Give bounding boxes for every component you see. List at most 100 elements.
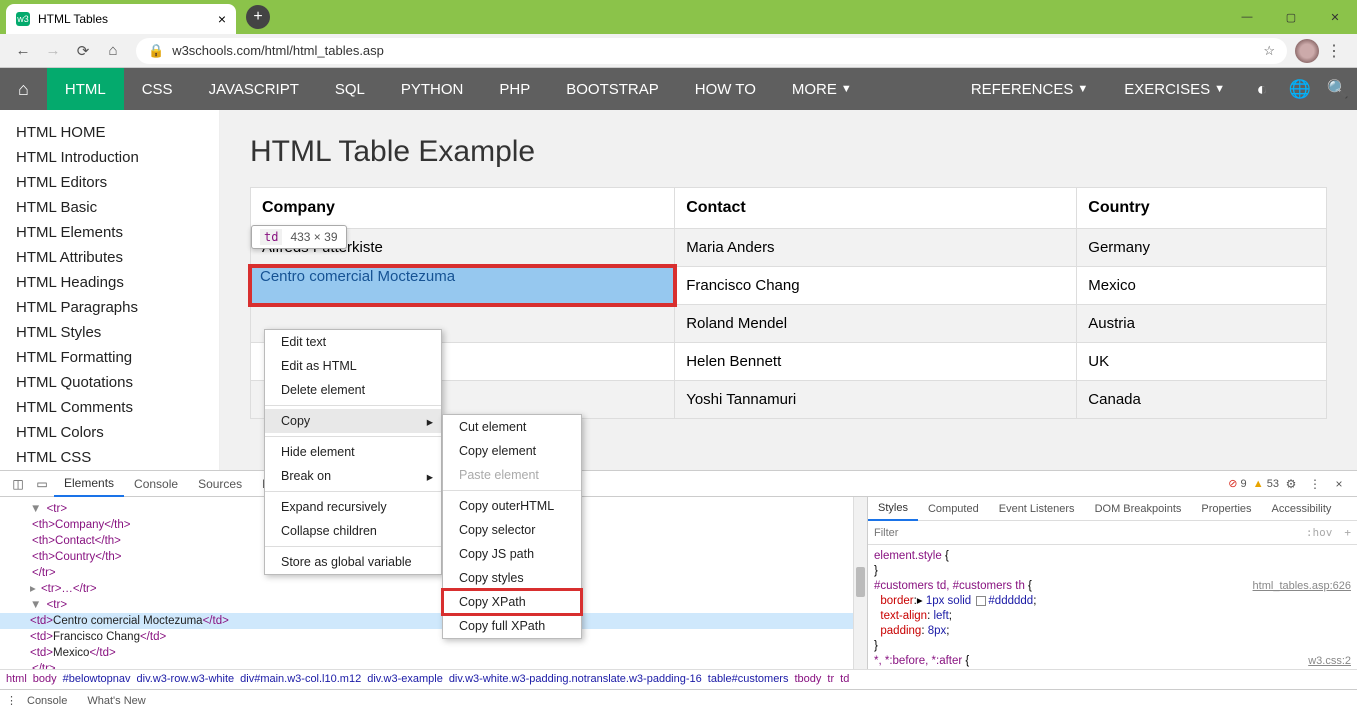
address-bar[interactable]: 🔒 w3schools.com/html/html_tables.asp ☆ <box>136 38 1287 64</box>
ctx-copy-outerhtml[interactable]: Copy outerHTML <box>443 494 581 518</box>
nav-item-sql[interactable]: SQL <box>317 68 383 110</box>
td-highlighted[interactable]: td433 × 39 Centro comercial Moctezuma <box>251 267 675 305</box>
lock-icon: 🔒 <box>148 43 164 59</box>
sidebar-item[interactable]: HTML Introduction <box>16 145 219 170</box>
sidebar-item[interactable]: HTML Comments <box>16 395 219 420</box>
ctx-copy-styles[interactable]: Copy styles <box>443 566 581 590</box>
ctx-delete[interactable]: Delete element <box>265 378 441 402</box>
nav-item-howto[interactable]: HOW TO <box>677 68 774 110</box>
dom-breadcrumb[interactable]: htmlbody#belowtopnavdiv.w3-row.w3-whited… <box>0 669 1357 689</box>
ctx-copy-xpath[interactable]: Copy XPath <box>443 590 581 614</box>
device-icon[interactable]: ▭ <box>30 477 54 491</box>
sidebar-item[interactable]: HTML Styles <box>16 320 219 345</box>
styletab-computed[interactable]: Computed <box>918 497 989 521</box>
td: Maria Anders <box>675 229 1077 267</box>
td: Germany <box>1077 229 1327 267</box>
url-text: w3schools.com/html/html_tables.asp <box>172 43 384 58</box>
minimize-button[interactable]: — <box>1225 0 1269 34</box>
tab-sources[interactable]: Sources <box>188 471 252 497</box>
ctx-store-global[interactable]: Store as global variable <box>265 550 441 574</box>
styles-filter-input[interactable] <box>874 527 1300 539</box>
more-icon[interactable]: ⋮ <box>1303 477 1327 491</box>
sidebar-item[interactable]: HTML Formatting <box>16 345 219 370</box>
nav-item-more[interactable]: MORE▼ <box>774 68 870 110</box>
sidebar-item[interactable]: HTML CSS <box>16 445 219 470</box>
theme-icon[interactable]: ◐ <box>1243 79 1281 100</box>
ctx-copy-full-xpath[interactable]: Copy full XPath <box>443 614 581 638</box>
chevron-right-icon: ▸ <box>427 469 433 484</box>
devtools-tabs: ◫ ▭ Elements Console Sources Network ⊘ 9… <box>0 471 1357 497</box>
sidebar-item[interactable]: HTML Editors <box>16 170 219 195</box>
context-submenu-copy[interactable]: Cut element Copy element Paste element C… <box>442 414 582 639</box>
nav-item-css[interactable]: CSS <box>124 68 191 110</box>
home-button[interactable]: ⌂ <box>98 42 128 59</box>
styletab-styles[interactable]: Styles <box>868 497 918 521</box>
forward-button[interactable]: → <box>38 42 68 59</box>
drawer-console[interactable]: Console <box>17 695 77 707</box>
elements-scrollbar[interactable] <box>853 497 867 669</box>
new-tab-button[interactable]: + <box>246 5 270 29</box>
styles-body[interactable]: element.style {}html_tables.asp:626#cust… <box>868 545 1357 669</box>
search-icon[interactable]: 🔍 <box>1319 79 1357 100</box>
nav-item-php[interactable]: PHP <box>481 68 548 110</box>
sidebar-item[interactable]: HTML Colors <box>16 420 219 445</box>
nav-exercises[interactable]: EXERCISES▼ <box>1106 68 1243 110</box>
sidebar-item[interactable]: HTML Paragraphs <box>16 295 219 320</box>
issues-counter[interactable]: ⊘ 9 ▲ 53 <box>1228 477 1279 490</box>
th-contact: Contact <box>675 188 1077 229</box>
styletab-events[interactable]: Event Listeners <box>989 497 1085 521</box>
tab-elements[interactable]: Elements <box>54 471 124 497</box>
table-row: td433 × 39 Centro comercial Moctezuma Fr… <box>251 267 1327 305</box>
sidebar-item[interactable]: HTML Headings <box>16 270 219 295</box>
nav-item-bootstrap[interactable]: BOOTSTRAP <box>548 68 677 110</box>
styletab-props[interactable]: Properties <box>1191 497 1261 521</box>
ctx-expand[interactable]: Expand recursively <box>265 495 441 519</box>
th-company: Company <box>251 188 675 229</box>
styletab-dom[interactable]: DOM Breakpoints <box>1085 497 1192 521</box>
ctx-edit-html[interactable]: Edit as HTML <box>265 354 441 378</box>
sidebar-item[interactable]: HTML Elements <box>16 220 219 245</box>
ctx-cut-element[interactable]: Cut element <box>443 415 581 439</box>
browser-tab[interactable]: w3 HTML Tables × <box>6 4 236 34</box>
sidebar-item[interactable]: HTML Quotations <box>16 370 219 395</box>
styletab-a11y[interactable]: Accessibility <box>1262 497 1342 521</box>
sidebar-item[interactable]: HTML Basic <box>16 195 219 220</box>
browser-menu-icon[interactable]: ⋮ <box>1319 41 1349 61</box>
sidebar-item[interactable]: HTML HOME <box>16 120 219 145</box>
ctx-copy-selector[interactable]: Copy selector <box>443 518 581 542</box>
nav-item-html[interactable]: HTML <box>47 68 124 110</box>
ctx-copy-jspath[interactable]: Copy JS path <box>443 542 581 566</box>
maximize-button[interactable]: ▢ <box>1269 0 1313 34</box>
td: Yoshi Tannamuri <box>675 381 1077 419</box>
ctx-copy[interactable]: Copy▸ <box>265 409 441 433</box>
back-button[interactable]: ← <box>8 42 38 59</box>
close-window-button[interactable]: ✕ <box>1313 0 1357 34</box>
ctx-copy-element[interactable]: Copy element <box>443 439 581 463</box>
new-rule-button[interactable]: + <box>1344 526 1351 539</box>
caret-down-icon: ▼ <box>1077 83 1088 95</box>
tab-title: HTML Tables <box>38 12 108 26</box>
reload-button[interactable]: ⟳ <box>68 42 98 60</box>
inspect-icon[interactable]: ◫ <box>6 477 30 491</box>
close-devtools-icon[interactable]: × <box>1327 477 1351 491</box>
ctx-edit-text[interactable]: Edit text <box>265 330 441 354</box>
settings-icon[interactable]: ⚙ <box>1279 477 1303 491</box>
nav-home-icon[interactable]: ⌂ <box>0 68 47 110</box>
ctx-collapse[interactable]: Collapse children <box>265 519 441 543</box>
ctx-hide[interactable]: Hide element <box>265 440 441 464</box>
nav-references[interactable]: REFERENCES▼ <box>953 68 1106 110</box>
nav-item-python[interactable]: PYTHON <box>383 68 482 110</box>
profile-avatar[interactable] <box>1295 39 1319 63</box>
nav-item-js[interactable]: JAVASCRIPT <box>191 68 317 110</box>
bookmark-icon[interactable]: ☆ <box>1263 43 1275 59</box>
globe-icon[interactable]: 🌐 <box>1281 79 1319 100</box>
context-menu[interactable]: Edit text Edit as HTML Delete element Co… <box>264 329 442 575</box>
drawer-menu-icon[interactable]: ⋮ <box>6 694 17 707</box>
ctx-break[interactable]: Break on▸ <box>265 464 441 488</box>
close-tab-icon[interactable]: × <box>218 11 226 27</box>
styles-filter-row: :hov + <box>868 521 1357 545</box>
hov-toggle[interactable]: :hov <box>1306 526 1333 539</box>
tab-console[interactable]: Console <box>124 471 188 497</box>
drawer-whatsnew[interactable]: What's New <box>77 695 155 707</box>
sidebar-item[interactable]: HTML Attributes <box>16 245 219 270</box>
